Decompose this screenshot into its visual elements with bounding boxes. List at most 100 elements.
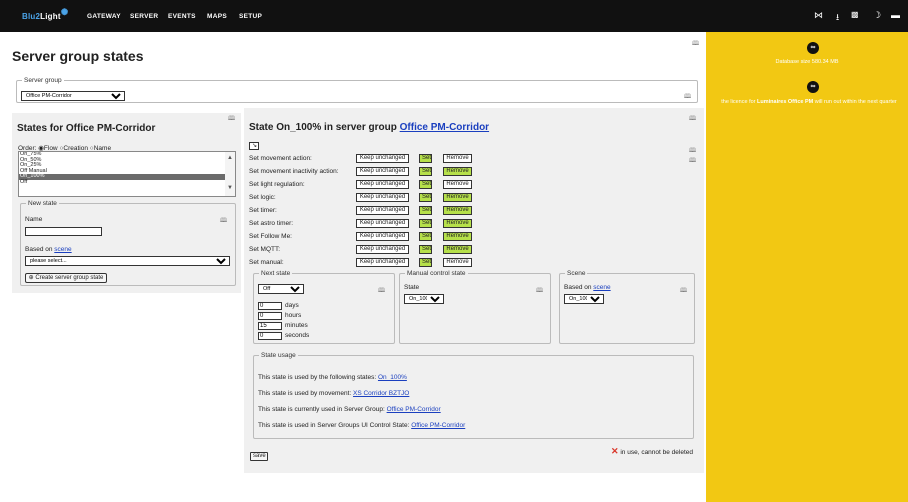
based-on-select[interactable]: please select... — [25, 256, 230, 266]
nav-gateway[interactable]: GATEWAY — [87, 13, 121, 20]
usage-line-movement: This state is used by movement: XS Corri… — [258, 390, 410, 397]
remove-button[interactable]: Remove — [443, 180, 472, 189]
set-button[interactable]: Set — [419, 193, 432, 202]
licence-warning-text: the licence for Luminaires Office PM wil… — [721, 99, 897, 105]
action-label: Set movement inactivity action: — [249, 168, 339, 175]
licence-link-icon[interactable]: ∞ — [807, 81, 819, 93]
set-button[interactable]: Set — [419, 232, 432, 241]
keep-unchanged-button[interactable]: Keep unchanged — [356, 219, 409, 228]
set-button[interactable]: Set — [419, 154, 432, 163]
set-button[interactable]: Set — [419, 245, 432, 254]
edit-icon[interactable]: ↘ — [249, 142, 259, 150]
set-button[interactable]: Set — [419, 167, 432, 176]
help-book-icon[interactable]: 🕮 — [228, 114, 235, 124]
database-link-icon[interactable]: ∞ — [807, 42, 819, 54]
minutes-label: minutes — [285, 322, 308, 329]
window-icon[interactable]: ▬ — [891, 10, 900, 20]
usage-movement-link[interactable]: XS Corridor BZTJO — [353, 390, 409, 397]
set-button[interactable]: Set — [419, 219, 432, 228]
help-book-icon[interactable]: 🕮 — [220, 216, 227, 226]
download-icon[interactable]: ⭳ — [836, 10, 839, 26]
delete-disabled-x-icon: ✕ — [611, 446, 619, 456]
action-label: Set timer: — [249, 207, 277, 214]
keep-unchanged-button[interactable]: Keep unchanged — [356, 258, 409, 267]
keep-unchanged-button[interactable]: Keep unchanged — [356, 193, 409, 202]
help-book-icon[interactable]: 🕮 — [684, 92, 691, 102]
states-panel-title: States for Office PM-Corridor — [17, 123, 156, 134]
plus-circle-icon: ⊕ — [28, 275, 34, 281]
nav-maps[interactable]: MAPS — [207, 13, 227, 20]
new-state-name-input[interactable] — [25, 227, 102, 236]
remove-button[interactable]: Remove — [443, 232, 472, 241]
in-use-status: ✕ in use, cannot be deleted — [611, 446, 693, 456]
dark-mode-moon-icon[interactable]: ☽ — [873, 10, 881, 21]
language-flag-icon[interactable]: ▩ — [851, 10, 859, 19]
action-label: Set movement action: — [249, 155, 312, 162]
usage-state-link[interactable]: On_100% — [378, 374, 407, 381]
hours-input[interactable] — [258, 312, 282, 320]
keep-unchanged-button[interactable]: Keep unchanged — [356, 245, 409, 254]
save-button[interactable]: save — [250, 452, 268, 461]
action-label: Set Follow Me: — [249, 233, 292, 240]
keep-unchanged-button[interactable]: Keep unchanged — [356, 232, 409, 241]
scene-link[interactable]: scene — [54, 246, 71, 253]
usage-server-group-link[interactable]: Office PM-Corridor — [387, 406, 441, 413]
help-book-icon[interactable]: 🕮 — [689, 156, 696, 166]
list-scrollbar[interactable]: ▲ ▼ — [225, 152, 235, 196]
logo-spark-icon: ✺ — [60, 7, 69, 17]
scroll-down-icon[interactable]: ▼ — [227, 185, 233, 191]
keep-unchanged-button[interactable]: Keep unchanged — [356, 180, 409, 189]
server-group-select[interactable]: Office PM-Corridor — [21, 91, 125, 101]
remove-button[interactable]: Remove — [443, 219, 472, 228]
keep-unchanged-button[interactable]: Keep unchanged — [356, 154, 409, 163]
action-label: Set MQTT: — [249, 246, 281, 253]
days-label: days — [285, 302, 299, 309]
remove-button[interactable]: Remove — [443, 193, 472, 202]
help-book-icon[interactable]: 🕮 — [689, 146, 696, 156]
nav-setup[interactable]: SETUP — [239, 13, 262, 20]
help-book-icon[interactable]: 🕮 — [680, 286, 687, 296]
remove-button[interactable]: Remove — [443, 167, 472, 176]
help-book-icon[interactable]: 🕮 — [689, 114, 696, 124]
create-server-group-state-button[interactable]: ⊕ Create server group state — [25, 273, 107, 283]
scroll-up-icon[interactable]: ▲ — [227, 155, 233, 161]
app-logo[interactable]: Blu2Light✺ — [22, 7, 68, 22]
scene-link[interactable]: scene — [593, 284, 610, 291]
days-input[interactable] — [258, 302, 282, 310]
keep-unchanged-button[interactable]: Keep unchanged — [356, 167, 409, 176]
manual-control-fieldset: Manual control state — [399, 270, 551, 344]
name-label: Name — [25, 216, 43, 223]
remove-button[interactable]: Remove — [443, 258, 472, 267]
seconds-input[interactable] — [258, 332, 282, 340]
top-navigation-bar: Blu2Light✺ GATEWAY SERVER EVENTS MAPS SE… — [0, 0, 908, 32]
nav-events[interactable]: EVENTS — [168, 13, 196, 20]
network-icon[interactable]: ⋈ — [814, 10, 823, 21]
server-group-title-link[interactable]: Office PM-Corridor — [400, 122, 489, 133]
scene-select[interactable]: On_100% — [564, 294, 604, 304]
based-on-row: Based on scene — [25, 246, 72, 253]
help-book-icon[interactable]: 🕮 — [692, 39, 699, 49]
database-size-text: Database size 580.34 MB — [775, 59, 839, 65]
minutes-input[interactable] — [258, 322, 282, 330]
help-book-icon[interactable]: 🕮 — [378, 286, 385, 296]
set-button[interactable]: Set — [419, 258, 432, 267]
list-item[interactable]: Off — [19, 179, 235, 186]
nav-server[interactable]: SERVER — [130, 13, 158, 20]
remove-button[interactable]: Remove — [443, 206, 472, 215]
state-list[interactable]: On_75% On_50% On_25% Off Manual On_100% … — [18, 151, 236, 197]
page-title: Server group states — [12, 48, 144, 64]
scene-based-on-row: Based on scene — [564, 284, 611, 291]
action-label: Set light regulation: — [249, 181, 305, 188]
manual-state-label: State — [404, 284, 420, 291]
keep-unchanged-button[interactable]: Keep unchanged — [356, 206, 409, 215]
next-state-select[interactable]: Off — [258, 284, 304, 294]
notification-sidebar: ∞ Database size 580.34 MB ∞ the licence … — [706, 32, 908, 502]
help-book-icon[interactable]: 🕮 — [536, 286, 543, 296]
set-button[interactable]: Set — [419, 180, 432, 189]
manual-state-select[interactable]: On_100% — [404, 294, 444, 304]
action-label: Set astro timer: — [249, 220, 294, 227]
set-button[interactable]: Set — [419, 206, 432, 215]
usage-ui-control-link[interactable]: Office PM-Corridor — [411, 422, 465, 429]
remove-button[interactable]: Remove — [443, 245, 472, 254]
remove-button[interactable]: Remove — [443, 154, 472, 163]
